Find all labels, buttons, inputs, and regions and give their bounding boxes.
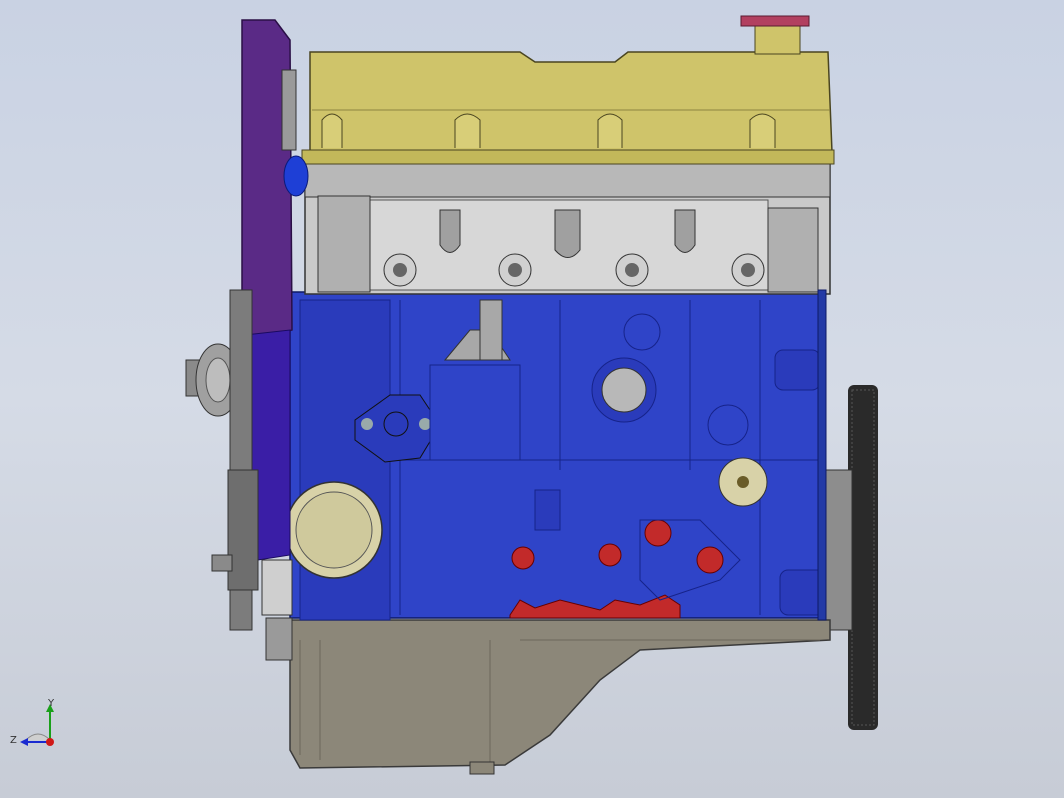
oil-pan[interactable] bbox=[289, 619, 831, 775]
temperature-sender bbox=[283, 155, 309, 197]
triad-z-label: Z bbox=[10, 735, 17, 746]
z-axis-head bbox=[20, 738, 28, 746]
block-rear-edge bbox=[817, 289, 827, 621]
graphics-viewport[interactable]: Y Z bbox=[0, 0, 1064, 798]
cylinder-head[interactable] bbox=[304, 161, 831, 295]
block-plug[interactable] bbox=[718, 457, 768, 507]
triad-y-label: Y bbox=[48, 698, 55, 709]
valve-cover[interactable] bbox=[301, 51, 835, 165]
flywheel[interactable] bbox=[825, 385, 878, 730]
engine-block[interactable] bbox=[289, 291, 826, 621]
oil-filter[interactable] bbox=[285, 481, 383, 579]
engine-3d-model[interactable] bbox=[0, 0, 1064, 798]
triad-icon bbox=[20, 704, 54, 746]
view-orientation-triad[interactable]: Y Z bbox=[8, 698, 68, 756]
triad-origin bbox=[46, 738, 54, 746]
oil-filler-cap[interactable] bbox=[740, 15, 810, 55]
